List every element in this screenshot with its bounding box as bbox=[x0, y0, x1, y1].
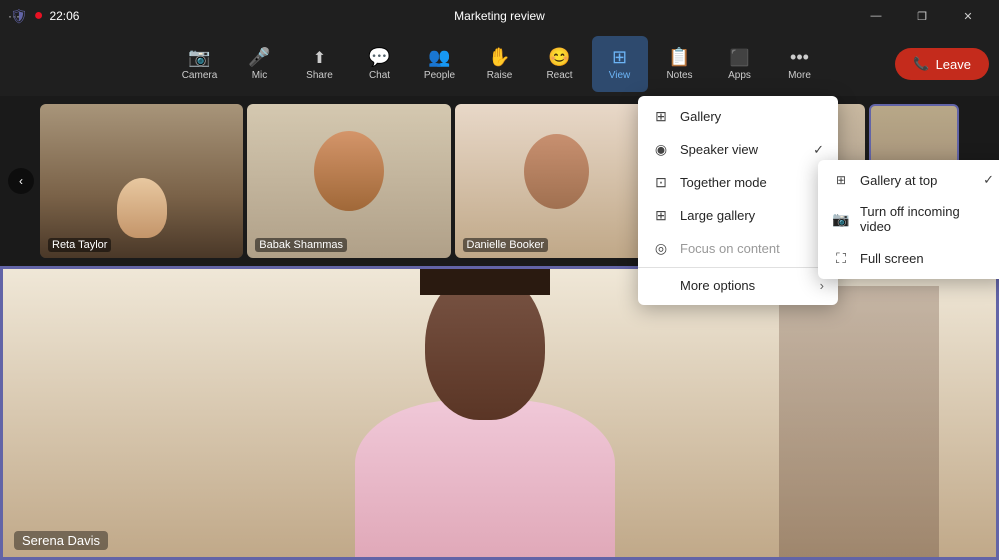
speaker-menu-label: Speaker view bbox=[680, 142, 758, 157]
share-icon: ⬆ bbox=[313, 48, 326, 68]
gallery-top-label: Gallery at top bbox=[860, 173, 937, 188]
titlebar: 🛡 ● 22:06 ··· Marketing review — ❐ ✕ bbox=[0, 0, 999, 32]
people-label: People bbox=[424, 70, 455, 81]
camera-icon: 📷 bbox=[188, 47, 210, 68]
view-label: View bbox=[609, 70, 631, 81]
turn-off-video-label: Turn off incoming video bbox=[860, 204, 994, 234]
toolbar-view[interactable]: ⊞ View bbox=[592, 36, 648, 92]
gallery-prev-button[interactable]: ‹ bbox=[8, 168, 34, 194]
leave-button[interactable]: 📞 Leave bbox=[895, 48, 989, 80]
leave-label: Leave bbox=[936, 57, 971, 72]
recording-indicator: 🛡 ● 22:06 bbox=[10, 7, 79, 25]
apps-label: Apps bbox=[728, 70, 751, 81]
speaker-view: Serena Davis bbox=[0, 266, 999, 560]
view-option-together[interactable]: ⊡ Together mode bbox=[638, 166, 838, 199]
more-label: More bbox=[788, 70, 811, 81]
chat-icon: 💬 bbox=[368, 47, 390, 68]
view-option-large-gallery[interactable]: ⊞ Large gallery bbox=[638, 199, 838, 232]
speaker-check-icon: ✓ bbox=[813, 142, 824, 158]
view-option-gallery[interactable]: ⊞ Gallery bbox=[638, 100, 838, 133]
participant-3-name: Danielle Booker bbox=[463, 238, 549, 252]
fullscreen-icon: ⛶ bbox=[832, 250, 850, 267]
chevron-left-icon: ‹ bbox=[19, 174, 23, 188]
share-label: Share bbox=[306, 70, 333, 81]
people-icon: 👥 bbox=[428, 47, 450, 68]
toolbar-chat[interactable]: 💬 Chat bbox=[352, 36, 408, 92]
camera-label: Camera bbox=[182, 70, 218, 81]
toolbar: 📷 Camera 🎤 Mic ⬆ Share 💬 Chat 👥 People ✋… bbox=[0, 32, 999, 96]
gallery-card-1[interactable]: Reta Taylor bbox=[40, 104, 243, 258]
gallery-top-check-icon: ✓ bbox=[983, 172, 994, 188]
more-options-submenu: ⊞ Gallery at top ✓ 📷 Turn off incoming v… bbox=[818, 160, 999, 279]
view-icon: ⊞ bbox=[612, 47, 627, 68]
speaker-menu-icon: ◉ bbox=[652, 141, 670, 158]
leave-phone-icon: 📞 bbox=[913, 56, 929, 72]
focus-menu-label: Focus on content bbox=[680, 241, 780, 256]
raise-icon: ✋ bbox=[488, 47, 510, 68]
window-title: Marketing review bbox=[454, 9, 545, 23]
toolbar-apps[interactable]: ⬛ Apps bbox=[712, 36, 768, 92]
react-icon: 😊 bbox=[548, 47, 570, 68]
toolbar-raise[interactable]: ✋ Raise bbox=[472, 36, 528, 92]
mic-label: Mic bbox=[252, 70, 268, 81]
toolbar-camera[interactable]: 📷 Camera bbox=[172, 36, 228, 92]
rec-dot: ● bbox=[34, 7, 44, 25]
react-label: React bbox=[546, 70, 572, 81]
more-option-turn-off-video[interactable]: 📷 Turn off incoming video bbox=[818, 196, 999, 242]
fullscreen-label: Full screen bbox=[860, 251, 924, 266]
mic-icon: 🎤 bbox=[248, 47, 270, 68]
focus-menu-icon: ◎ bbox=[652, 240, 670, 257]
large-gallery-menu-icon: ⊞ bbox=[652, 207, 670, 224]
more-options-label: More options bbox=[680, 278, 755, 293]
view-option-speaker[interactable]: ◉ Speaker view ✓ bbox=[638, 133, 838, 166]
recording-time: 22:06 bbox=[49, 9, 79, 23]
toolbar-more[interactable]: ••• More bbox=[772, 36, 828, 92]
chat-label: Chat bbox=[369, 70, 390, 81]
together-menu-label: Together mode bbox=[680, 175, 767, 190]
toolbar-mic[interactable]: 🎤 Mic bbox=[232, 36, 288, 92]
minimize-button[interactable]: — bbox=[853, 0, 899, 32]
notes-icon: 📋 bbox=[668, 47, 690, 68]
large-gallery-menu-label: Large gallery bbox=[680, 208, 755, 223]
gallery-card-2[interactable]: Babak Shammas bbox=[247, 104, 450, 258]
participant-1-name: Reta Taylor bbox=[48, 238, 111, 252]
speaker-name: Serena Davis bbox=[14, 531, 108, 550]
toolbar-notes[interactable]: 📋 Notes bbox=[652, 36, 708, 92]
turn-off-video-icon: 📷 bbox=[832, 211, 850, 228]
chevron-right-icon: › bbox=[820, 278, 824, 293]
apps-icon: ⬛ bbox=[730, 48, 750, 68]
view-option-focus: ◎ Focus on content bbox=[638, 232, 838, 265]
more-icon: ••• bbox=[790, 47, 809, 68]
toolbar-people[interactable]: 👥 People bbox=[412, 36, 468, 92]
raise-label: Raise bbox=[487, 70, 513, 81]
close-button[interactable]: ✕ bbox=[945, 0, 991, 32]
speaker-background bbox=[0, 266, 999, 560]
toolbar-share[interactable]: ⬆ Share bbox=[292, 36, 348, 92]
gallery-menu-label: Gallery bbox=[680, 109, 721, 124]
together-menu-icon: ⊡ bbox=[652, 174, 670, 191]
gallery-card-3[interactable]: Danielle Booker bbox=[455, 104, 658, 258]
dropdown-divider bbox=[638, 267, 838, 268]
maximize-button[interactable]: ❐ bbox=[899, 0, 945, 32]
window-controls: — ❐ ✕ bbox=[853, 0, 991, 32]
notes-label: Notes bbox=[666, 70, 692, 81]
participant-2-name: Babak Shammas bbox=[255, 238, 347, 252]
view-dropdown-menu: ⊞ Gallery ◉ Speaker view ✓ ⊡ Together mo… bbox=[638, 96, 838, 305]
view-option-more[interactable]: More options › bbox=[638, 270, 838, 301]
gallery-menu-icon: ⊞ bbox=[652, 108, 670, 125]
shield-icon: 🛡 bbox=[10, 8, 28, 25]
gallery-top-icon: ⊞ bbox=[832, 173, 850, 187]
toolbar-react[interactable]: 😊 React bbox=[532, 36, 588, 92]
more-option-gallery-top[interactable]: ⊞ Gallery at top ✓ bbox=[818, 164, 999, 196]
more-option-fullscreen[interactable]: ⛶ Full screen bbox=[818, 242, 999, 275]
